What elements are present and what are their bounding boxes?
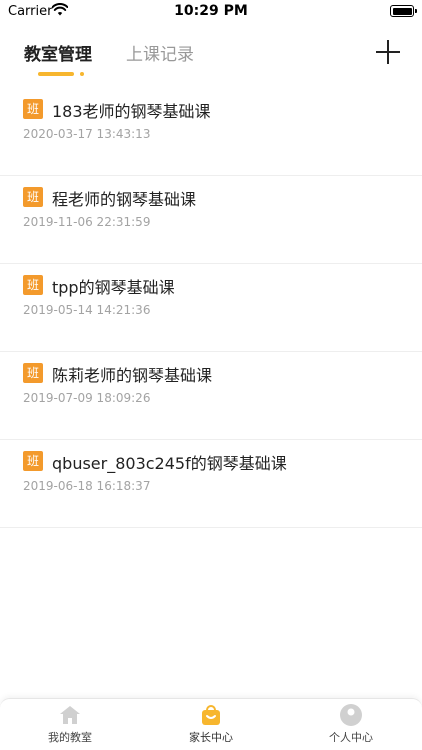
course-time: 2019-06-18 16:18:37 (23, 479, 151, 493)
active-tab-indicator (38, 72, 74, 76)
class-badge: 班 (23, 187, 43, 207)
tab-label: 家长中心 (189, 731, 233, 744)
bottom-tab-bar: 我的教室 家长中心 个人中心 (0, 698, 422, 750)
course-time: 2019-11-06 22:31:59 (23, 215, 151, 229)
course-item[interactable]: 班 陈莉老师的钢琴基础课 2019-07-09 18:09:26 (0, 352, 422, 440)
home-icon (60, 706, 80, 724)
course-item[interactable]: 班 程老师的钢琴基础课 2019-11-06 22:31:59 (0, 176, 422, 264)
course-title: 程老师的钢琴基础课 (52, 190, 197, 209)
course-time: 2019-05-14 14:21:36 (23, 303, 151, 317)
course-item[interactable]: 班 183老师的钢琴基础课 2020-03-17 13:43:13 (0, 88, 422, 176)
top-nav: 教室管理 上课记录 (0, 36, 422, 86)
course-title: tpp的钢琴基础课 (52, 278, 175, 297)
add-classroom-button[interactable] (376, 40, 400, 64)
tab-label: 我的教室 (48, 731, 92, 744)
shopping-bag-icon (202, 705, 220, 725)
course-time: 2019-07-09 18:09:26 (23, 391, 151, 405)
battery-icon (390, 5, 417, 17)
course-title: 183老师的钢琴基础课 (52, 102, 211, 121)
course-title: 陈莉老师的钢琴基础课 (52, 366, 213, 385)
tab-parent-center[interactable]: 家长中心 (141, 703, 281, 745)
tab-label: 个人中心 (329, 731, 373, 744)
class-badge: 班 (23, 451, 43, 471)
tab-personal-center[interactable]: 个人中心 (281, 703, 421, 745)
class-badge: 班 (23, 99, 43, 119)
class-badge: 班 (23, 363, 43, 383)
tab-classroom-management[interactable]: 教室管理 (24, 40, 92, 65)
status-bar: Carrier 10:29 PM (0, 0, 422, 24)
tab-my-classroom[interactable]: 我的教室 (0, 703, 140, 745)
course-list: 班 183老师的钢琴基础课 2020-03-17 13:43:13 班 程老师的… (0, 88, 422, 528)
course-time: 2020-03-17 13:43:13 (23, 127, 151, 141)
status-time: 10:29 PM (174, 3, 248, 19)
class-badge: 班 (23, 275, 43, 295)
course-title: qbuser_803c245f的钢琴基础课 (52, 454, 287, 473)
active-tab-dot (80, 72, 84, 76)
course-item[interactable]: 班 tpp的钢琴基础课 2019-05-14 14:21:36 (0, 264, 422, 352)
course-item[interactable]: 班 qbuser_803c245f的钢琴基础课 2019-06-18 16:18… (0, 440, 422, 528)
tab-class-records[interactable]: 上课记录 (126, 40, 194, 65)
person-icon (340, 704, 362, 726)
